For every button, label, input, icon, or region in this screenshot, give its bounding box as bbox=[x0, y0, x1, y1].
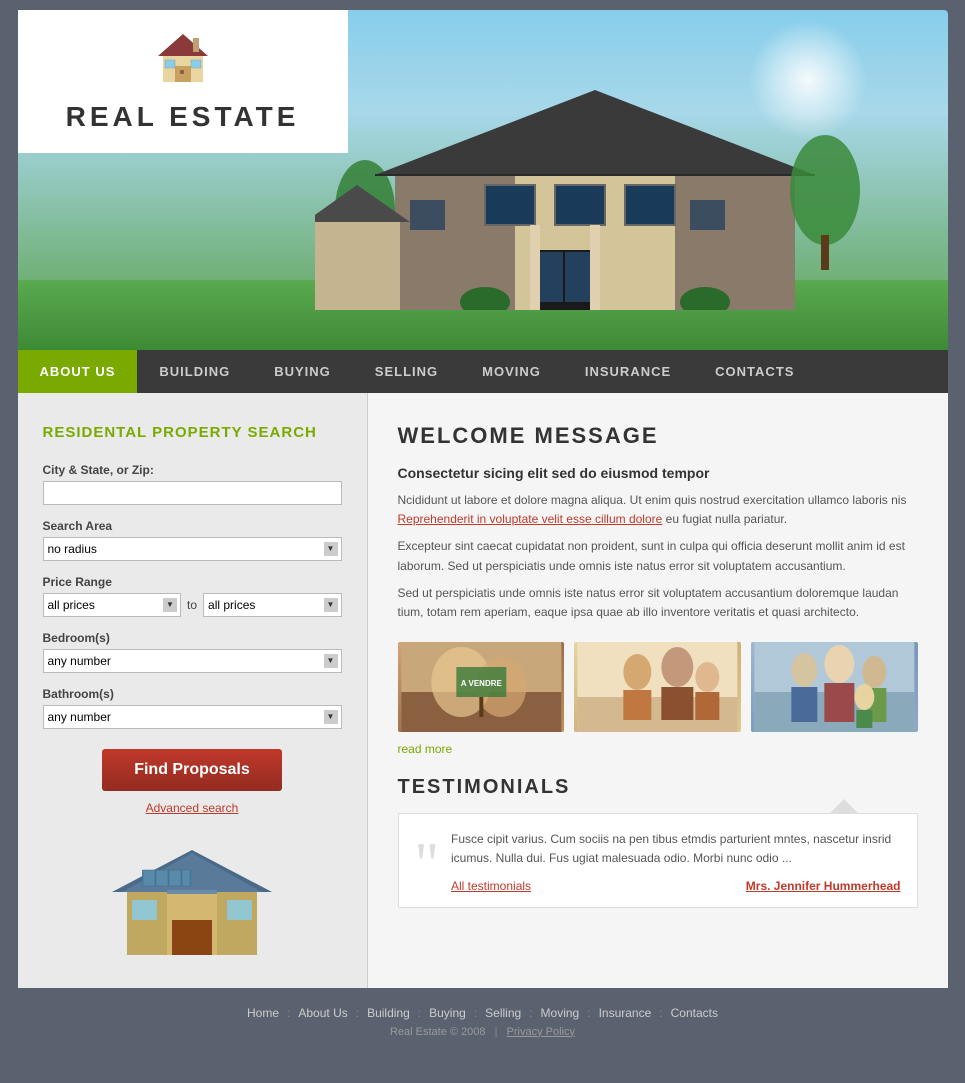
welcome-p3: Sed ut perspiciatis unde omnis iste natu… bbox=[398, 584, 918, 622]
search-area-label: Search Area bbox=[43, 519, 342, 533]
price-to-select[interactable]: all prices bbox=[203, 593, 342, 617]
bathrooms-select-wrap: any number ▼ bbox=[43, 705, 342, 729]
footer-copy: Real Estate © 2008 | Privacy Policy bbox=[0, 1026, 965, 1038]
bedrooms-group: Bedroom(s) any number ▼ bbox=[43, 631, 342, 673]
testimonial-section: " Fusce cipit varius. Cum sociis na pen … bbox=[398, 813, 918, 907]
footer-nav: Home : About Us : Building : Buying : Se… bbox=[0, 1006, 965, 1020]
privacy-link[interactable]: Privacy Policy bbox=[507, 1026, 575, 1038]
city-label: City & State, or Zip: bbox=[43, 463, 342, 477]
testimonial-box: " Fusce cipit varius. Cum sociis na pen … bbox=[398, 813, 918, 907]
testimonials-title: TESTIMONIALS bbox=[398, 776, 918, 799]
testimonial-links: All testimonials Mrs. Jennifer Hummerhea… bbox=[451, 879, 901, 893]
nav-buying[interactable]: BUYING bbox=[252, 350, 353, 393]
footer-insurance[interactable]: Insurance bbox=[591, 1006, 660, 1020]
welcome-title: WELCOME MESSAGE bbox=[398, 423, 918, 449]
quote-mark: " bbox=[415, 840, 440, 888]
advanced-search-link[interactable]: Advanced search bbox=[43, 801, 342, 815]
footer: Home : About Us : Building : Buying : Se… bbox=[0, 988, 965, 1048]
photo-row: A VENDRE bbox=[398, 642, 918, 732]
welcome-link[interactable]: Reprehenderit in voluptate velit esse ci… bbox=[398, 512, 663, 526]
logo-text: REAL ESTATE bbox=[38, 101, 328, 133]
logo-icon bbox=[38, 28, 328, 93]
photo-2 bbox=[574, 642, 741, 732]
price-row: all prices ▼ to all prices ▼ bbox=[43, 593, 342, 617]
nav-insurance[interactable]: INSURANCE bbox=[563, 350, 693, 393]
main-nav: ABOUT US BUILDING BUYING SELLING MOVING … bbox=[18, 350, 948, 393]
read-more-link[interactable]: read more bbox=[398, 742, 918, 756]
testimonial-text: Fusce cipit varius. Cum sociis na pen ti… bbox=[415, 830, 901, 868]
welcome-p1: Ncididunt ut labore et dolore magna aliq… bbox=[398, 491, 918, 529]
search-area-select[interactable]: no radius bbox=[43, 537, 342, 561]
sidebar-title: RESIDENTAL PROPERTY SEARCH bbox=[43, 423, 342, 443]
city-input[interactable] bbox=[43, 481, 342, 505]
bedrooms-select-wrap: any number ▼ bbox=[43, 649, 342, 673]
footer-selling[interactable]: Selling bbox=[477, 1006, 529, 1020]
city-field-group: City & State, or Zip: bbox=[43, 463, 342, 505]
footer-moving[interactable]: Moving bbox=[533, 1006, 588, 1020]
sidebar: RESIDENTAL PROPERTY SEARCH City & State,… bbox=[18, 393, 368, 988]
welcome-subtitle: Consectetur sicing elit sed do eiusmod t… bbox=[398, 465, 918, 481]
footer-buying[interactable]: Buying bbox=[421, 1006, 474, 1020]
bathrooms-label: Bathroom(s) bbox=[43, 687, 342, 701]
find-proposals-button[interactable]: Find Proposals bbox=[102, 749, 282, 791]
bedrooms-select[interactable]: any number bbox=[43, 649, 342, 673]
nav-about-us[interactable]: ABOUT US bbox=[18, 350, 138, 393]
price-range-label: Price Range bbox=[43, 575, 342, 589]
welcome-p2: Excepteur sint caecat cupidatat non proi… bbox=[398, 537, 918, 575]
price-to-label: to bbox=[187, 598, 197, 612]
content-area: WELCOME MESSAGE Consectetur sicing elit … bbox=[368, 393, 948, 988]
bedrooms-label: Bedroom(s) bbox=[43, 631, 342, 645]
price-from-wrap: all prices ▼ bbox=[43, 593, 182, 617]
testimonial-author[interactable]: Mrs. Jennifer Hummerhead bbox=[746, 879, 901, 893]
main-content: RESIDENTAL PROPERTY SEARCH City & State,… bbox=[18, 393, 948, 988]
photo-3 bbox=[751, 642, 918, 732]
nav-moving[interactable]: MOVING bbox=[460, 350, 563, 393]
nav-building[interactable]: BUILDING bbox=[137, 350, 252, 393]
logo-box: REAL ESTATE bbox=[18, 10, 348, 153]
footer-contacts[interactable]: Contacts bbox=[663, 1006, 726, 1020]
footer-about[interactable]: About Us bbox=[290, 1006, 355, 1020]
nav-selling[interactable]: SELLING bbox=[353, 350, 460, 393]
nav-contacts[interactable]: CONTACTS bbox=[693, 350, 816, 393]
bathrooms-select[interactable]: any number bbox=[43, 705, 342, 729]
price-from-select[interactable]: all prices bbox=[43, 593, 182, 617]
svg-text:A VENDRE: A VENDRE bbox=[460, 679, 502, 688]
price-range-group: Price Range all prices ▼ to all prices ▼ bbox=[43, 575, 342, 617]
search-area-group: Search Area no radius ▼ bbox=[43, 519, 342, 561]
search-area-select-wrap: no radius ▼ bbox=[43, 537, 342, 561]
price-to-wrap: all prices ▼ bbox=[203, 593, 342, 617]
all-testimonials-link[interactable]: All testimonials bbox=[451, 879, 531, 893]
bathrooms-group: Bathroom(s) any number ▼ bbox=[43, 687, 342, 729]
photo-1: A VENDRE bbox=[398, 642, 565, 732]
house-illustration bbox=[43, 835, 342, 968]
footer-home[interactable]: Home bbox=[239, 1006, 287, 1020]
footer-building[interactable]: Building bbox=[359, 1006, 418, 1020]
house-svg bbox=[315, 70, 875, 310]
speech-arrow bbox=[830, 799, 858, 813]
